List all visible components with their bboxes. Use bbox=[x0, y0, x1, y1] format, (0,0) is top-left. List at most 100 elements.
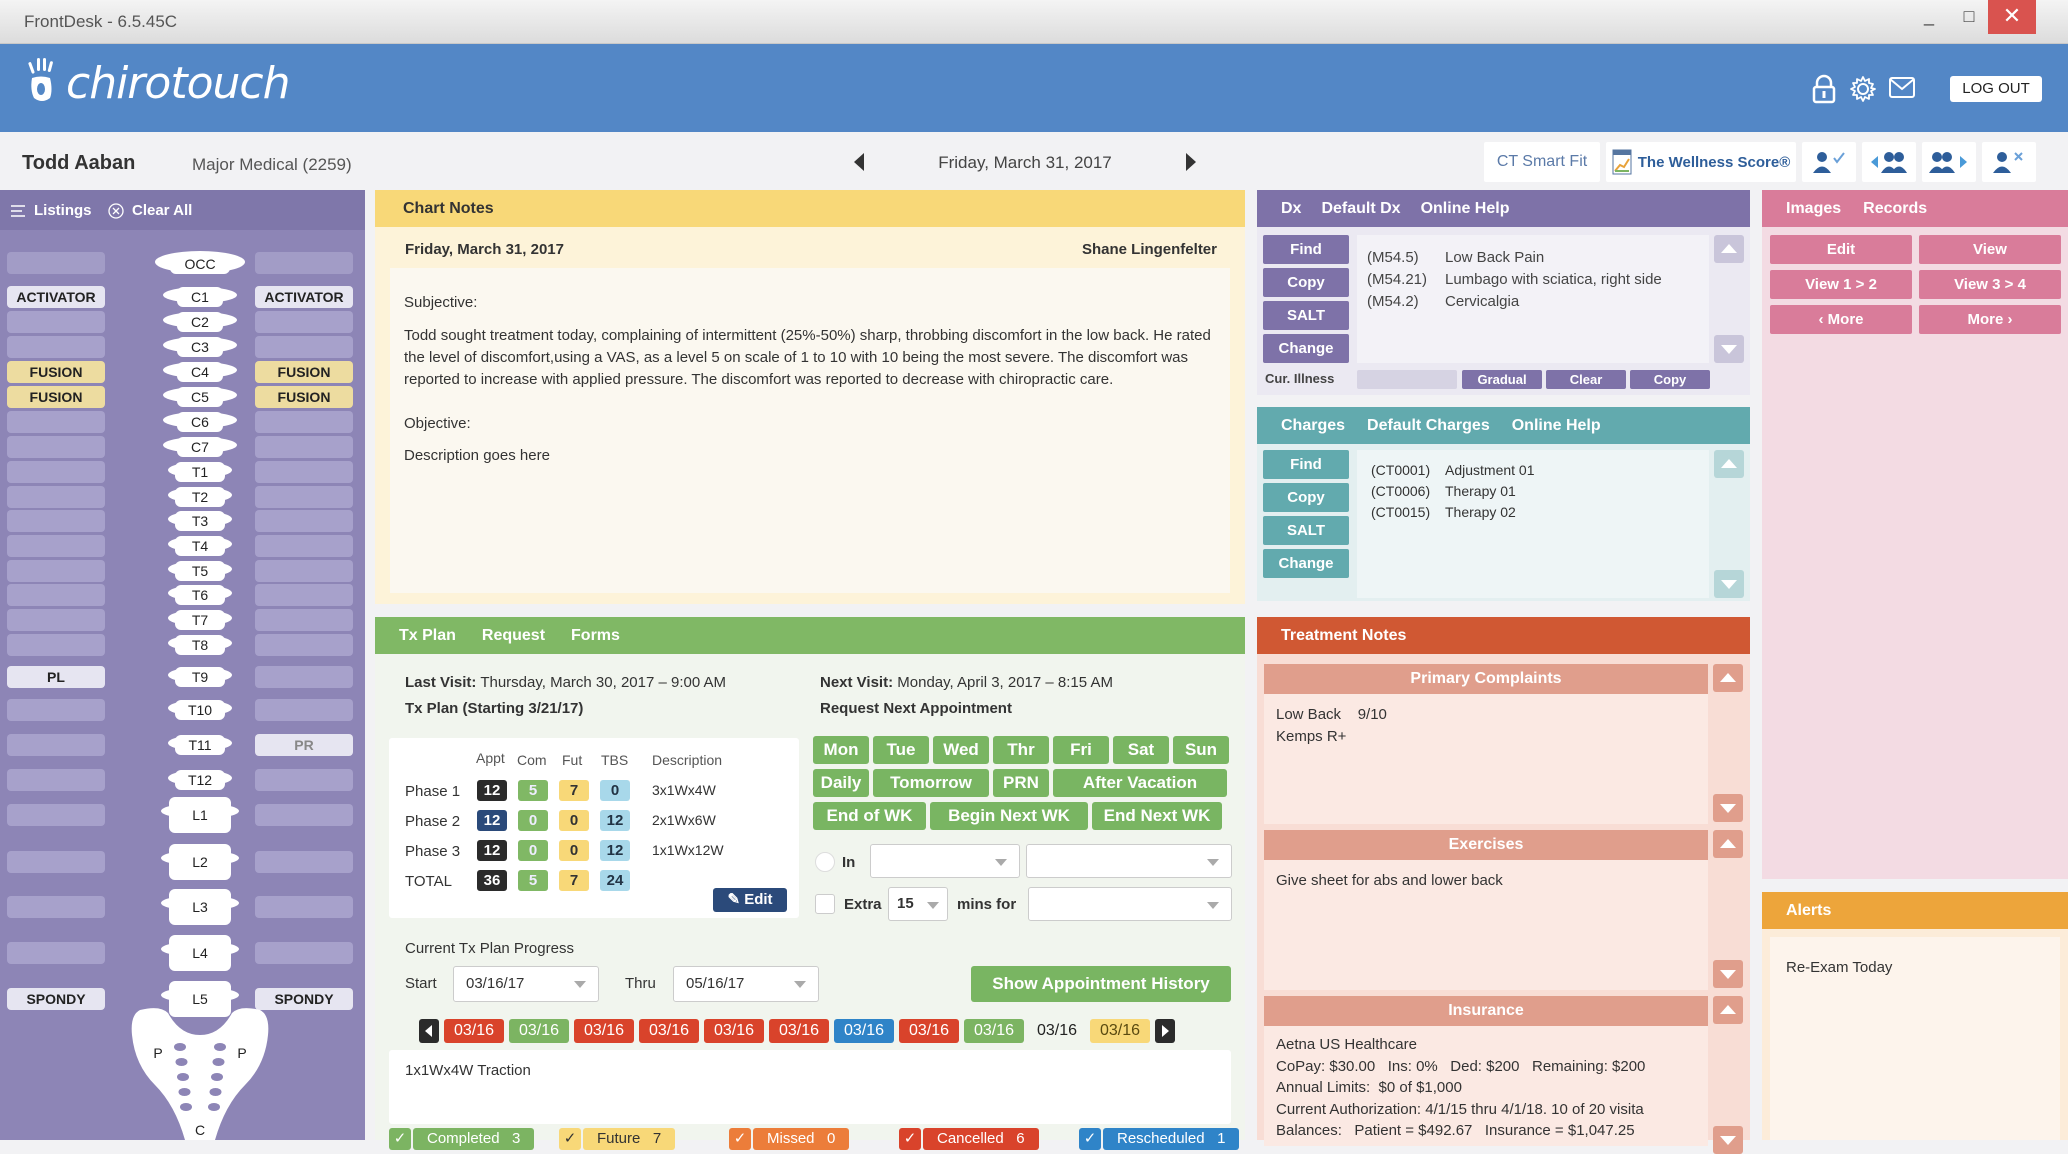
vertebra-c4[interactable]: C4 bbox=[163, 362, 237, 382]
request-wed-button[interactable]: Wed bbox=[933, 736, 989, 764]
listing-slot-left-t1[interactable] bbox=[7, 461, 105, 483]
request-tomorrow-button[interactable]: Tomorrow bbox=[873, 769, 989, 797]
vertebra-t10[interactable]: T10 bbox=[168, 700, 232, 720]
request-daily-button[interactable]: Daily bbox=[813, 769, 869, 797]
cur-illness-field[interactable] bbox=[1357, 370, 1457, 389]
vertebra-l1[interactable]: L1 bbox=[161, 797, 239, 833]
tab-dx-online-help[interactable]: Online Help bbox=[1421, 200, 1510, 218]
listing-slot-left-c7[interactable] bbox=[7, 436, 105, 458]
dx-code-row[interactable]: (M54.5) Low Back Pain bbox=[1367, 247, 1699, 269]
complaints-scroll-up[interactable] bbox=[1713, 664, 1743, 692]
more-next-button[interactable]: More › bbox=[1919, 305, 2061, 334]
vertebra-t9[interactable]: T9 bbox=[168, 667, 232, 687]
charge-row[interactable]: (CT0006) Therapy 01 bbox=[1371, 481, 1695, 502]
patient-name[interactable]: Todd Aaban bbox=[22, 152, 135, 175]
listing-slot-left-t3[interactable] bbox=[7, 510, 105, 532]
charges-copy-button[interactable]: Copy bbox=[1263, 483, 1349, 512]
request-sun-button[interactable]: Sun bbox=[1173, 736, 1229, 764]
insurance-scroll-down[interactable] bbox=[1713, 1126, 1743, 1154]
extra-minutes-select[interactable]: 15 bbox=[888, 887, 948, 921]
request-end-next-wk-button[interactable]: End Next WK bbox=[1092, 802, 1222, 830]
vertebra-c3[interactable]: C3 bbox=[163, 337, 237, 357]
vertebra-t3[interactable]: T3 bbox=[168, 511, 232, 531]
request-sat-button[interactable]: Sat bbox=[1113, 736, 1169, 764]
legend-rescheduled[interactable]: ✓ Rescheduled 1 bbox=[1079, 1128, 1240, 1150]
charge-row[interactable]: (CT0015) Therapy 02 bbox=[1371, 502, 1695, 523]
image-view-button[interactable]: View bbox=[1919, 235, 2061, 264]
in-unit-select[interactable] bbox=[1026, 844, 1232, 878]
edit-tx-plan-button[interactable]: ✎ Edit bbox=[713, 888, 787, 912]
show-appointment-history-button[interactable]: Show Appointment History bbox=[971, 966, 1231, 1002]
gear-icon[interactable] bbox=[1848, 74, 1880, 106]
vertebra-t5[interactable]: T5 bbox=[168, 561, 232, 581]
vertebra-t6[interactable]: T6 bbox=[168, 585, 232, 605]
visit-chip-completed[interactable]: 03/16 bbox=[964, 1019, 1024, 1043]
vertebra-c6[interactable]: C6 bbox=[163, 412, 237, 432]
pelvis[interactable] bbox=[131, 1008, 269, 1140]
close-button[interactable]: ✕ bbox=[1988, 0, 2036, 34]
request-prn-button[interactable]: PRN bbox=[993, 769, 1049, 797]
wellness-score-button[interactable]: The Wellness Score® bbox=[1606, 142, 1796, 182]
listing-slot-left-c6[interactable] bbox=[7, 411, 105, 433]
listing-slot-left-c2[interactable] bbox=[7, 311, 105, 333]
vertebra-t4[interactable]: T4 bbox=[168, 536, 232, 556]
vertebra-l3[interactable]: L3 bbox=[161, 889, 239, 925]
complaints-scroll-down[interactable] bbox=[1713, 794, 1743, 822]
visit-chip-rescheduled[interactable]: 03/16 bbox=[834, 1019, 894, 1043]
legend-completed[interactable]: ✓ Completed 3 bbox=[389, 1128, 535, 1150]
tab-forms[interactable]: Forms bbox=[571, 627, 620, 645]
tab-default-charges[interactable]: Default Charges bbox=[1367, 417, 1490, 435]
charge-row[interactable]: (CT0001) Adjustment 01 bbox=[1371, 460, 1695, 481]
charges-change-button[interactable]: Change bbox=[1263, 549, 1349, 578]
tab-dx[interactable]: Dx bbox=[1281, 200, 1301, 218]
start-date-select[interactable]: 03/16/17 bbox=[453, 966, 599, 1002]
dx-find-button[interactable]: Find bbox=[1263, 235, 1349, 264]
dx-scroll-down[interactable] bbox=[1714, 335, 1744, 363]
request-after-vacation-button[interactable]: After Vacation bbox=[1053, 769, 1227, 797]
legend-future[interactable]: ✓ Future 7 bbox=[559, 1128, 676, 1150]
vertebra-c2[interactable]: C2 bbox=[163, 312, 237, 332]
vertebra-c7[interactable]: C7 bbox=[163, 437, 237, 457]
image-edit-button[interactable]: Edit bbox=[1770, 235, 1912, 264]
vertebra-occ[interactable]: OCC bbox=[155, 251, 245, 274]
dx-scroll-up[interactable] bbox=[1714, 235, 1744, 263]
vertebra-l2[interactable]: L2 bbox=[161, 844, 239, 880]
dx-code-row[interactable]: (M54.2) Cervicalgia bbox=[1367, 291, 1699, 313]
listing-slot-left-t12[interactable] bbox=[7, 769, 105, 791]
extra-checkbox[interactable] bbox=[815, 894, 835, 914]
logout-button[interactable]: LOG OUT bbox=[1950, 76, 2042, 102]
tab-tx-plan[interactable]: Tx Plan bbox=[399, 627, 456, 645]
view-1-2-button[interactable]: View 1 > 2 bbox=[1770, 270, 1912, 299]
visit-chip-cancelled[interactable]: 03/16 bbox=[899, 1019, 959, 1043]
tab-charges-online-help[interactable]: Online Help bbox=[1512, 417, 1601, 435]
listing-slot-left-c3[interactable] bbox=[7, 336, 105, 358]
visit-chip-completed[interactable]: 03/16 bbox=[509, 1019, 569, 1043]
listing-slot-left-t11[interactable] bbox=[7, 734, 105, 756]
listing-slot-left-l4[interactable] bbox=[7, 942, 105, 964]
check-in-patient-button[interactable] bbox=[1802, 142, 1856, 182]
maximize-button[interactable]: □ bbox=[1946, 0, 1992, 34]
request-thr-button[interactable]: Thr bbox=[993, 736, 1049, 764]
visit-chip-cancelled[interactable]: 03/16 bbox=[639, 1019, 699, 1043]
dx-salt-button[interactable]: SALT bbox=[1263, 301, 1349, 330]
listing-slot-left-l1[interactable] bbox=[7, 804, 105, 826]
visit-chip-today[interactable]: 03/16 bbox=[1029, 1019, 1085, 1043]
check-out-group-button[interactable] bbox=[1922, 142, 1976, 182]
listing-slot-left-t8[interactable] bbox=[7, 634, 105, 656]
vertebra-t8[interactable]: T8 bbox=[168, 635, 232, 655]
gradual-button[interactable]: Gradual bbox=[1462, 370, 1542, 389]
in-quantity-select[interactable] bbox=[870, 844, 1020, 878]
dx-copy-button[interactable]: Copy bbox=[1263, 268, 1349, 297]
next-date-button[interactable] bbox=[1184, 152, 1204, 174]
request-begin-next-wk-button[interactable]: Begin Next WK bbox=[930, 802, 1088, 830]
check-in-group-button[interactable] bbox=[1862, 142, 1916, 182]
listing-slot-left-t4[interactable] bbox=[7, 535, 105, 557]
mail-icon[interactable] bbox=[1888, 74, 1920, 106]
vertebra-t7[interactable]: T7 bbox=[168, 610, 232, 630]
request-tue-button[interactable]: Tue bbox=[873, 736, 929, 764]
listing-slot-left-l5[interactable]: SPONDY bbox=[7, 988, 105, 1010]
charges-scroll-down[interactable] bbox=[1714, 570, 1744, 598]
visit-chip-future[interactable]: 03/16 bbox=[1090, 1019, 1150, 1043]
previous-date-button[interactable] bbox=[852, 152, 872, 174]
dx-code-row[interactable]: (M54.21) Lumbago with sciatica, right sid… bbox=[1367, 269, 1699, 291]
